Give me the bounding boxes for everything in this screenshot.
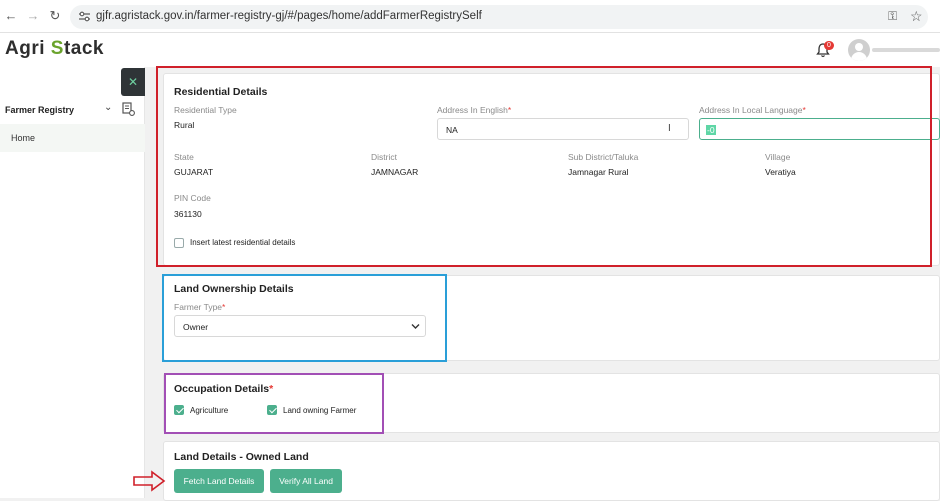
- chevron-down-icon: [411, 324, 420, 329]
- sidebar-section-title[interactable]: Farmer Registry: [5, 105, 74, 115]
- village-value: Veratiya: [765, 167, 796, 177]
- arrow-right-icon: [133, 470, 166, 492]
- pin-code-value: 361130: [174, 209, 202, 219]
- back-icon[interactable]: ←: [4, 9, 18, 23]
- app-header: Agri Stack 0: [0, 33, 940, 67]
- browser-toolbar: ← → ↻ gjfr.agristack.gov.in/farmer-regis…: [0, 0, 940, 33]
- chevron-down-icon[interactable]: ⌄: [104, 102, 112, 113]
- farmer-type-value: Owner: [183, 322, 209, 332]
- land-owning-farmer-label: Land owning Farmer: [283, 406, 357, 415]
- district-label: District: [371, 152, 397, 162]
- land-details-title: Land Details - Owned Land: [174, 451, 309, 463]
- agriculture-checkbox[interactable]: [174, 405, 184, 415]
- sidebar-item-home[interactable]: Home: [0, 124, 145, 152]
- forward-icon[interactable]: →: [26, 9, 40, 23]
- address-english-value: NA: [446, 125, 458, 135]
- user-name-blurred[interactable]: [872, 48, 940, 52]
- pin-code-label: PIN Code: [174, 193, 211, 203]
- address-english-input[interactable]: NA I: [437, 118, 689, 140]
- notification-badge: 0: [824, 41, 834, 50]
- address-local-input[interactable]: -0: [699, 118, 940, 140]
- sidebar-item-label: Home: [11, 133, 36, 143]
- subdistrict-value: Jamnagar Rural: [568, 167, 629, 177]
- user-avatar[interactable]: [848, 39, 870, 61]
- password-key-icon[interactable]: ⚿: [888, 9, 904, 25]
- insert-latest-residential-checkbox[interactable]: [174, 238, 184, 248]
- document-settings-icon[interactable]: [122, 102, 135, 116]
- land-ownership-title: Land Ownership Details: [174, 283, 294, 295]
- village-label: Village: [765, 152, 791, 162]
- farmer-type-select[interactable]: Owner: [174, 315, 426, 337]
- bookmark-star-icon[interactable]: ☆: [910, 8, 923, 25]
- address-bar[interactable]: gjfr.agristack.gov.in/farmer-registry-gj…: [70, 5, 928, 29]
- fetch-land-details-button[interactable]: Fetch Land Details: [174, 469, 264, 493]
- occupation-card: [163, 373, 940, 433]
- farmer-type-label: Farmer Type*: [174, 302, 226, 312]
- address-local-label: Address In Local Language*: [699, 105, 806, 115]
- insert-latest-residential-label: Insert latest residential details: [190, 238, 296, 247]
- site-settings-icon[interactable]: [78, 10, 91, 23]
- district-value: JAMNAGAR: [371, 167, 419, 177]
- land-owning-farmer-checkbox[interactable]: [267, 405, 277, 415]
- url-text: gjfr.agristack.gov.in/farmer-registry-gj…: [96, 10, 482, 22]
- subdistrict-label: Sub District/Taluka: [568, 152, 639, 162]
- reload-icon[interactable]: ↻: [48, 9, 62, 23]
- residential-details-title: Residential Details: [174, 86, 268, 98]
- verify-all-land-button[interactable]: Verify All Land: [270, 469, 342, 493]
- address-local-value: -0: [706, 125, 716, 135]
- residential-type-value: Rural: [174, 120, 195, 130]
- address-english-label: Address In English*: [437, 105, 512, 115]
- agristack-logo: Agri Stack: [5, 38, 104, 59]
- state-value: GUJARAT: [174, 167, 214, 177]
- text-cursor-icon: I: [668, 123, 671, 134]
- residential-type-label: Residential Type: [174, 105, 237, 115]
- sidebar-close-button[interactable]: ✕: [121, 68, 145, 96]
- occupation-title: Occupation Details*: [174, 383, 274, 395]
- agriculture-label: Agriculture: [190, 406, 229, 415]
- state-label: State: [174, 152, 194, 162]
